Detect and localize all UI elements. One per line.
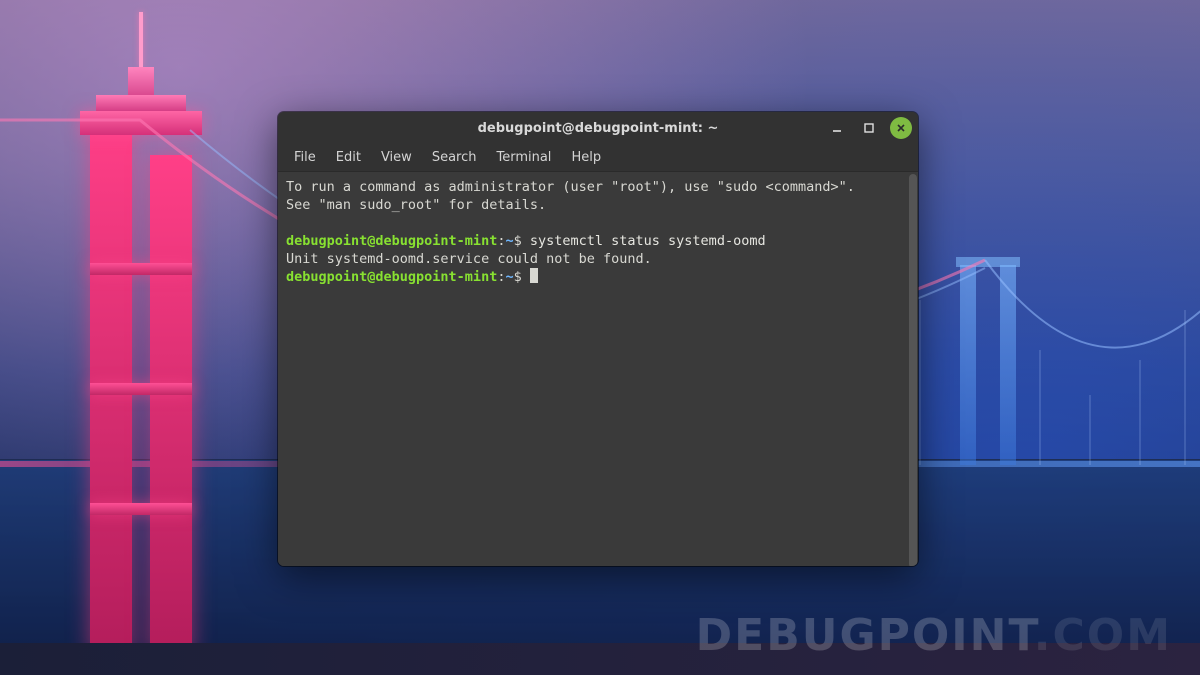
watermark-dark: DEBUGPOINT [696, 610, 1034, 661]
terminal-motd-line: See "man sudo_root" for details. [286, 197, 546, 213]
window-controls [826, 112, 912, 144]
menu-view[interactable]: View [373, 147, 420, 168]
close-button[interactable] [890, 117, 912, 139]
watermark-light: .COM [1034, 610, 1172, 661]
close-icon [896, 123, 906, 133]
maximize-button[interactable] [858, 117, 880, 139]
bridge-tower-cap [96, 95, 186, 111]
prompt-path: ~ [505, 233, 513, 249]
prompt-userhost: debugpoint@debugpoint-mint [286, 233, 497, 249]
menu-help[interactable]: Help [563, 147, 609, 168]
window-title: debugpoint@debugpoint-mint: ~ [278, 121, 918, 136]
bridge-tower-cap [80, 111, 202, 135]
prompt-dollar: $ [514, 269, 522, 285]
menu-edit[interactable]: Edit [328, 147, 369, 168]
watermark-text: DEBUGPOINT.COM [696, 610, 1172, 661]
terminal-output-area[interactable]: To run a command as administrator (user … [278, 172, 908, 566]
bridge-far-tower [960, 265, 976, 465]
terminal-body: To run a command as administrator (user … [278, 172, 918, 566]
bridge-tower-crossbeam [90, 383, 192, 395]
bridge-far-tower [1000, 265, 1016, 465]
terminal-command: systemctl status systemd-oomd [522, 233, 766, 249]
prompt-userhost: debugpoint@debugpoint-mint [286, 269, 497, 285]
bridge-far-tower [956, 257, 1020, 267]
bridge-tower-crossbeam [90, 263, 192, 275]
terminal-window: debugpoint@debugpoint-mint: ~ File Edit … [278, 112, 918, 566]
bridge-tower-tip [128, 67, 154, 95]
minimize-button[interactable] [826, 117, 848, 139]
prompt-dollar: $ [514, 233, 522, 249]
terminal-command [522, 269, 530, 285]
bridge-tower-antenna [139, 12, 143, 67]
terminal-output-line: Unit systemd-oomd.service could not be f… [286, 251, 652, 267]
maximize-icon [863, 122, 875, 134]
prompt-path: ~ [505, 269, 513, 285]
menu-file[interactable]: File [286, 147, 324, 168]
menu-terminal[interactable]: Terminal [488, 147, 559, 168]
terminal-motd-line: To run a command as administrator (user … [286, 179, 855, 195]
window-menubar: File Edit View Search Terminal Help [278, 144, 918, 172]
bridge-tower-crossbeam [90, 503, 192, 515]
terminal-cursor [530, 268, 538, 283]
terminal-scrollbar[interactable] [908, 172, 918, 566]
menu-search[interactable]: Search [424, 147, 485, 168]
minimize-icon [831, 122, 843, 134]
bridge-tower-right-leg [150, 155, 192, 655]
scrollbar-thumb[interactable] [909, 174, 917, 566]
window-titlebar[interactable]: debugpoint@debugpoint-mint: ~ [278, 112, 918, 144]
